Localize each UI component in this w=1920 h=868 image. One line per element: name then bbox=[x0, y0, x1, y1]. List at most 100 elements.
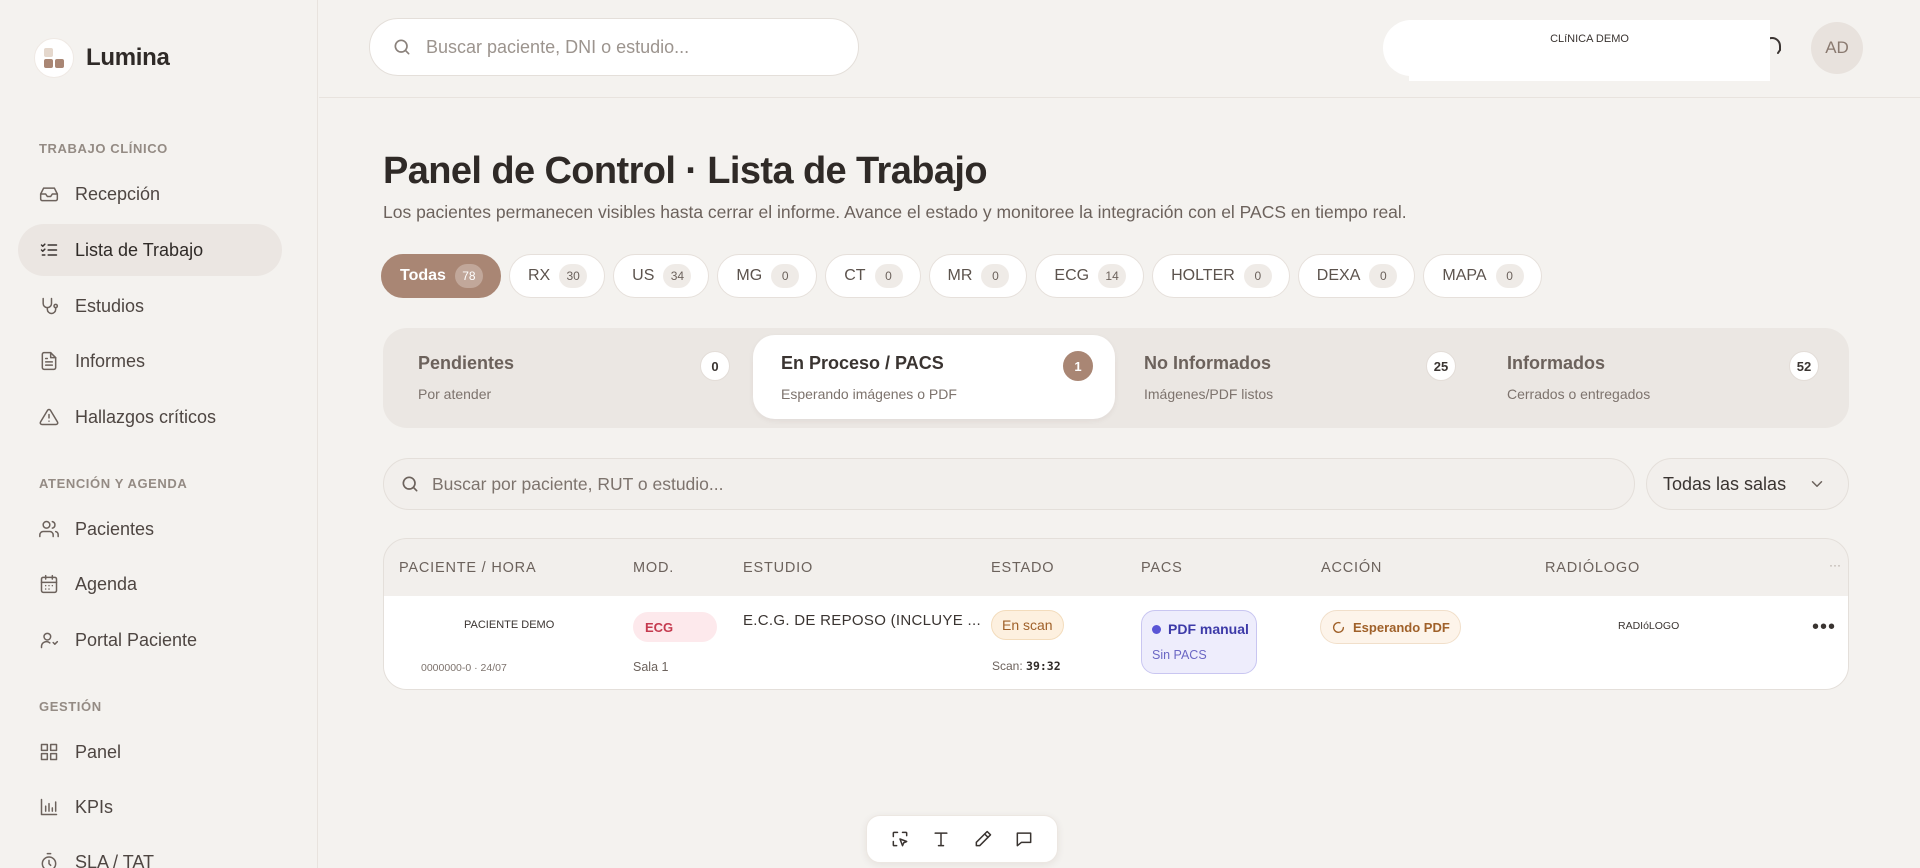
text-icon bbox=[934, 832, 948, 847]
status-dot-icon bbox=[1152, 624, 1161, 634]
sidebar-item-lista-de-trabajo[interactable]: Lista de Trabajo bbox=[18, 224, 282, 276]
global-search-input[interactable]: Buscar paciente, DNI o estudio... bbox=[369, 18, 859, 76]
chip-count: 0 bbox=[1495, 264, 1524, 288]
search-icon bbox=[394, 39, 410, 55]
sidebar-item-hallazgos-criticos[interactable]: Hallazgos críticos bbox=[18, 391, 282, 443]
chip-label: HOLTER bbox=[1171, 267, 1235, 284]
tab-informados[interactable]: Informados Cerrados o entregados 52 bbox=[1479, 335, 1841, 419]
sidebar-item-label: Estudios bbox=[75, 295, 145, 316]
chip-count: 78 bbox=[454, 264, 483, 288]
sidebar-item-label: SLA / TAT bbox=[75, 851, 155, 868]
column-header[interactable]: ESTUDIO bbox=[743, 560, 813, 576]
column-header[interactable]: ESTADO bbox=[991, 560, 1054, 576]
chip-ecg[interactable]: ECG 14 bbox=[1035, 254, 1145, 298]
bar-chart-icon bbox=[40, 798, 58, 816]
sidebar-item-label: Informes bbox=[75, 350, 146, 371]
select-tool-button[interactable] bbox=[887, 826, 913, 852]
pacs-status-badge[interactable]: PDF manual Sin PACS bbox=[1141, 610, 1257, 674]
tab-subtitle: Por atender bbox=[418, 386, 492, 402]
chip-rx[interactable]: RX 30 bbox=[508, 254, 606, 298]
nav-section-title: GESTIÓN bbox=[39, 699, 102, 714]
draw-tool-button[interactable] bbox=[970, 826, 996, 852]
chip-label: US bbox=[632, 267, 655, 284]
column-header[interactable]: ACCIÓN bbox=[1321, 560, 1382, 576]
chip-ct[interactable]: CT 0 bbox=[825, 254, 921, 298]
chip-mg[interactable]: MG 0 bbox=[717, 254, 818, 298]
avatar[interactable]: AD bbox=[1811, 22, 1863, 74]
pencil-icon bbox=[975, 830, 991, 847]
sidebar-item-portal-paciente[interactable]: Portal Paciente bbox=[18, 614, 282, 666]
room-select[interactable]: Todas las salas bbox=[1646, 458, 1849, 510]
action-button[interactable]: Esperando PDF bbox=[1320, 610, 1461, 644]
table-header: PACIENTE / HORA MOD. ESTUDIO ESTADO PACS… bbox=[384, 539, 1848, 595]
chip-count: 0 bbox=[981, 264, 1010, 288]
page-title: Panel de Control · Lista de Trabajo bbox=[383, 150, 988, 192]
lumina-logo-icon bbox=[34, 38, 74, 78]
chip-label: DEXA bbox=[1316, 267, 1361, 284]
sidebar-item-label: KPIs bbox=[75, 796, 114, 817]
chip-label: ECG bbox=[1054, 267, 1090, 284]
room-label: Sala 1 bbox=[633, 660, 669, 674]
chip-label: RX bbox=[527, 267, 551, 284]
sidebar-item-agenda[interactable]: Agenda bbox=[18, 558, 282, 610]
page-subtitle: Los pacientes permanecen visibles hasta … bbox=[383, 202, 1407, 222]
worklist-search-input[interactable]: Buscar por paciente, RUT o estudio... bbox=[383, 458, 1635, 510]
search-placeholder: Buscar paciente, DNI o estudio... bbox=[426, 36, 690, 57]
search-placeholder: Buscar por paciente, RUT o estudio... bbox=[432, 473, 724, 494]
chevron-down-icon bbox=[1811, 481, 1823, 487]
pacs-status-title: PDF manual bbox=[1168, 621, 1249, 637]
scan-timer: Scan: 39:32 bbox=[992, 659, 1061, 673]
chip-count: 0 bbox=[1369, 264, 1398, 288]
scan-timer-label: Scan: bbox=[992, 659, 1023, 673]
sidebar-item-label: Recepción bbox=[75, 183, 161, 204]
more-options-icon[interactable]: ••• bbox=[1812, 616, 1836, 639]
sidebar-item-label: Lista de Trabajo bbox=[75, 239, 204, 260]
tab-title: En Proceso / PACS bbox=[781, 353, 944, 373]
patient-name[interactable]: PACIENTE DEMO bbox=[464, 619, 554, 631]
sidebar-item-informes[interactable]: Informes bbox=[18, 335, 282, 387]
chip-holter[interactable]: HOLTER 0 bbox=[1152, 254, 1290, 298]
sidebar-item-label: Pacientes bbox=[75, 518, 155, 539]
tab-title: Informados bbox=[1507, 353, 1606, 373]
tab-no-informados[interactable]: No Informados Imágenes/PDF listos 25 bbox=[1116, 335, 1478, 419]
tab-title: Pendientes bbox=[418, 353, 515, 373]
sidebar-item-estudios[interactable]: Estudios bbox=[18, 280, 282, 332]
stethoscope-icon bbox=[42, 297, 59, 315]
brand[interactable]: Lumina bbox=[34, 38, 170, 78]
column-header[interactable]: PACIENTE / HORA bbox=[399, 560, 536, 576]
tab-en-proceso-pacs[interactable]: En Proceso / PACS Esperando imágenes o P… bbox=[753, 335, 1115, 419]
text-tool-button[interactable] bbox=[928, 826, 954, 852]
sidebar-item-recepcion[interactable]: Recepción bbox=[18, 168, 282, 220]
sidebar-item-sla-tat[interactable]: SLA / TAT bbox=[18, 836, 282, 868]
status-badge[interactable]: En scan bbox=[991, 610, 1064, 640]
chip-todas[interactable]: Todas 78 bbox=[381, 254, 501, 298]
tab-subtitle: Imágenes/PDF listos bbox=[1144, 386, 1274, 402]
status-tabs: Pendientes Por atender 0 En Proceso / PA… bbox=[383, 328, 1849, 428]
sidebar-item-label: Agenda bbox=[75, 573, 138, 594]
column-header[interactable]: RADIÓLOGO bbox=[1545, 560, 1640, 576]
chip-count: 30 bbox=[559, 264, 588, 288]
brand-name: Lumina bbox=[86, 44, 170, 71]
chip-mapa[interactable]: MAPA 0 bbox=[1423, 254, 1542, 298]
tab-title: No Informados bbox=[1144, 353, 1272, 373]
chip-count: 0 bbox=[1243, 264, 1272, 288]
chip-mr[interactable]: MR 0 bbox=[928, 254, 1028, 298]
topbar: Buscar paciente, DNI o estudio... CLíNIC… bbox=[319, 0, 1920, 98]
study-name[interactable]: E.C.G. DE REPOSO (INCLUYE ... bbox=[743, 612, 981, 629]
chip-label: MG bbox=[736, 267, 763, 284]
radiologist-name[interactable]: RADIóLOGO bbox=[1618, 620, 1679, 632]
tab-pendientes[interactable]: Pendientes Por atender 0 bbox=[390, 335, 752, 419]
tab-count-badge: 1 bbox=[1063, 351, 1093, 381]
sidebar-item-kpis[interactable]: KPIs bbox=[18, 781, 282, 833]
table-row[interactable]: PACIENTE DEMO 0000000-0 · 24/07 ECG Sala… bbox=[384, 596, 1848, 689]
inbox-icon bbox=[39, 187, 59, 202]
chip-us[interactable]: US 34 bbox=[613, 254, 710, 298]
chip-count: 14 bbox=[1098, 264, 1127, 288]
sidebar-item-pacientes[interactable]: Pacientes bbox=[18, 503, 282, 555]
sidebar-item-panel[interactable]: Panel bbox=[18, 726, 282, 778]
comment-tool-button[interactable] bbox=[1011, 826, 1037, 852]
chip-dexa[interactable]: DEXA 0 bbox=[1297, 254, 1416, 298]
column-options-icon[interactable]: ··· bbox=[1829, 558, 1841, 572]
column-header[interactable]: PACS bbox=[1141, 560, 1183, 576]
column-header[interactable]: MOD. bbox=[633, 560, 674, 576]
